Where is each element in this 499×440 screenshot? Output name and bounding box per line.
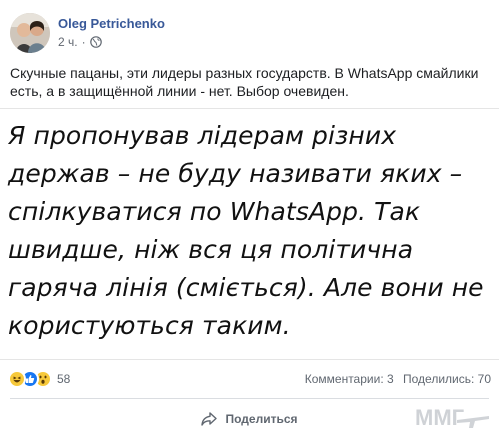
post-stats: 58 Комментарии: 3 Поделились: 70 bbox=[8, 366, 491, 392]
haha-icon bbox=[8, 370, 26, 388]
author-avatar[interactable] bbox=[10, 12, 50, 53]
quote-text: Я пропонував лідерам різних держав – не … bbox=[8, 121, 484, 340]
share-arrow-icon bbox=[201, 412, 218, 426]
reactions-count: 58 bbox=[57, 372, 71, 386]
globe-icon bbox=[89, 36, 102, 48]
post-time[interactable]: 2 ч. bbox=[58, 34, 78, 50]
engagement-counts: Комментарии: 3 Поделились: 70 bbox=[305, 372, 491, 386]
site-watermark: ММГ bbox=[409, 398, 493, 436]
post-caption: Скучные пацаны, эти лидеры разных госуда… bbox=[10, 65, 479, 99]
watermark-text: ММГ bbox=[415, 405, 465, 430]
post-header: Oleg Petrichenko 2 ч. · bbox=[10, 10, 165, 55]
author-name[interactable]: Oleg Petrichenko bbox=[58, 15, 165, 32]
shares-count[interactable]: Поделились: 70 bbox=[403, 372, 491, 386]
meta-separator: · bbox=[81, 35, 86, 49]
reactions-summary[interactable]: 58 bbox=[8, 370, 70, 388]
share-label: Поделиться bbox=[225, 412, 298, 426]
comments-count[interactable]: Комментарии: 3 bbox=[305, 372, 394, 386]
quote-image[interactable]: Я пропонував лідерам різних держав – не … bbox=[0, 108, 499, 360]
post-meta: 2 ч. · bbox=[58, 34, 165, 50]
